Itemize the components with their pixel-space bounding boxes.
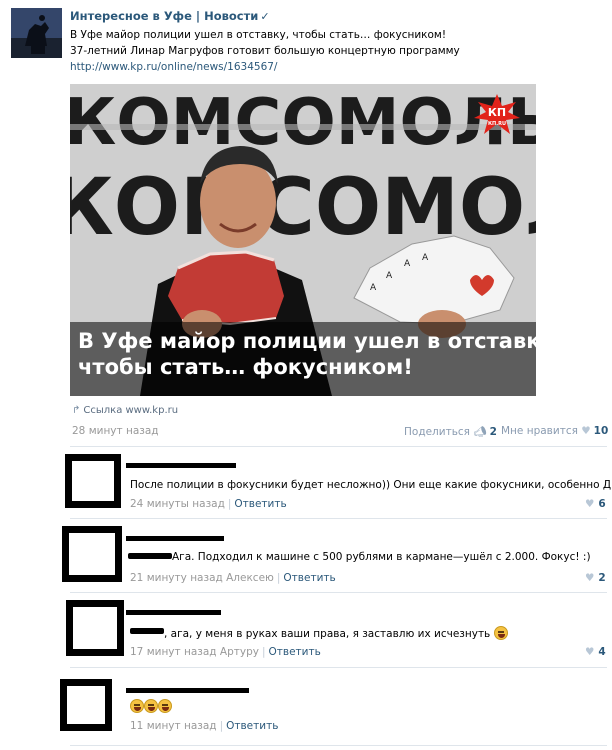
comment-text-redacted (128, 553, 172, 559)
reply-button[interactable]: Ответить (269, 646, 321, 658)
photo-caption-line2: чтобы стать… фокусником! (78, 355, 413, 379)
comment-text: После полиции в фокусники будет несложно… (130, 479, 612, 491)
like-button[interactable]: Мне нравится ♥ 10 (501, 425, 608, 437)
post-url-link[interactable]: http://www.kp.ru/online/news/1634567/ (70, 61, 277, 73)
megaphone-icon: 📣︎ (473, 426, 487, 438)
kp-logo: КП КП.RU (474, 94, 520, 134)
photo-bg-text-row2: КОМСОМОЛЬСКАЯ ПРАВДА (70, 163, 536, 253)
heart-icon: ♥ (585, 572, 595, 584)
share-arrow-icon: ↱ (72, 405, 81, 416)
laughing-emoji-icon (493, 626, 508, 640)
group-name-link[interactable]: Интересное в Уфе | Новости ✓ (70, 9, 270, 23)
photo-bg-text-row1: КОМСОМОЛЬСКАЯ ПРАВДА (70, 86, 536, 160)
comment-meta: 17 минут назад Артуру | Ответить (130, 646, 321, 658)
share-count: 2 (489, 426, 497, 438)
comment-like-button[interactable]: ♥ 6 (585, 498, 606, 510)
comment-like-button[interactable]: ♥ 4 (585, 646, 606, 658)
comment-like-count: 2 (598, 572, 606, 584)
divider (70, 518, 607, 519)
divider (70, 446, 607, 447)
heart-icon: ♥ (585, 646, 595, 658)
comment-author-redacted[interactable] (126, 463, 236, 468)
comment-avatar[interactable] (65, 454, 121, 508)
comment-time[interactable]: 11 минут назад (130, 720, 217, 732)
comment-text: , ага, у меня в руках ваши права, я заст… (164, 626, 508, 640)
laughing-emoji-icon (144, 699, 158, 713)
divider (70, 745, 607, 746)
svg-text:A: A (370, 283, 377, 293)
kp-logo-subtext: КП.RU (488, 121, 506, 127)
comment-avatar[interactable] (60, 679, 112, 731)
svg-text:A: A (422, 253, 429, 263)
comment-like-count: 6 (598, 498, 606, 510)
heart-icon: ♥ (581, 425, 591, 437)
comment-time[interactable]: 24 минуты назад (130, 498, 225, 510)
source-link[interactable]: ↱ Ссылка www.kp.ru (72, 405, 178, 416)
monument-icon (11, 8, 62, 58)
comment-author-redacted[interactable] (126, 536, 224, 541)
verified-icon: ✓ (260, 10, 270, 23)
laughing-emoji-icon (130, 699, 144, 713)
divider (70, 667, 607, 668)
post-text-line1: В Уфе майор полиции ушел в отставку, что… (70, 29, 447, 41)
comment-like-button[interactable]: ♥ 2 (585, 572, 606, 584)
comment-author-redacted[interactable] (126, 688, 249, 693)
heart-icon: ♥ (585, 498, 595, 510)
svg-text:A: A (404, 259, 411, 269)
post-text-line2: 37-летний Линар Магруфов готовит большую… (70, 45, 460, 57)
svg-text:A: A (386, 271, 393, 281)
comment-avatar[interactable] (66, 600, 124, 656)
comment-text-redacted (130, 628, 164, 634)
reply-button[interactable]: Ответить (234, 498, 286, 510)
laughing-emoji-icon (158, 699, 172, 713)
comment-avatar[interactable] (62, 526, 122, 582)
kp-logo-text: КП (488, 106, 506, 119)
divider (70, 592, 607, 593)
reply-button[interactable]: Ответить (226, 720, 278, 732)
post-photo[interactable]: КОМСОМОЛЬСКАЯ ПРАВДА КОМСОМОЛЬСКАЯ ПРАВД… (70, 84, 536, 396)
comment-like-count: 4 (598, 646, 606, 658)
comment-text (130, 699, 172, 713)
like-count: 10 (593, 425, 609, 437)
share-button[interactable]: Поделиться 📣︎ 2 (404, 425, 497, 438)
reply-button[interactable]: Ответить (283, 572, 335, 584)
comment-time[interactable]: 17 минут назад Артуру (130, 646, 259, 658)
comment-text: Ага. Подходил к машине с 500 рублями в к… (172, 551, 591, 563)
photo-caption-overlay: В Уфе майор полиции ушел в отставку, что… (70, 322, 536, 396)
comment-meta: 24 минуты назад | Ответить (130, 498, 287, 510)
comment-time[interactable]: 21 минуту назад Алексею (130, 572, 274, 584)
post-time[interactable]: 28 минут назад (72, 425, 159, 437)
comment-meta: 11 минут назад | Ответить (130, 720, 279, 732)
comment-meta: 21 минуту назад Алексею | Ответить (130, 572, 336, 584)
group-avatar[interactable] (11, 8, 62, 58)
photo-caption-line1: В Уфе майор полиции ушел в отставку, (78, 329, 536, 353)
comment-author-redacted[interactable] (126, 610, 221, 615)
